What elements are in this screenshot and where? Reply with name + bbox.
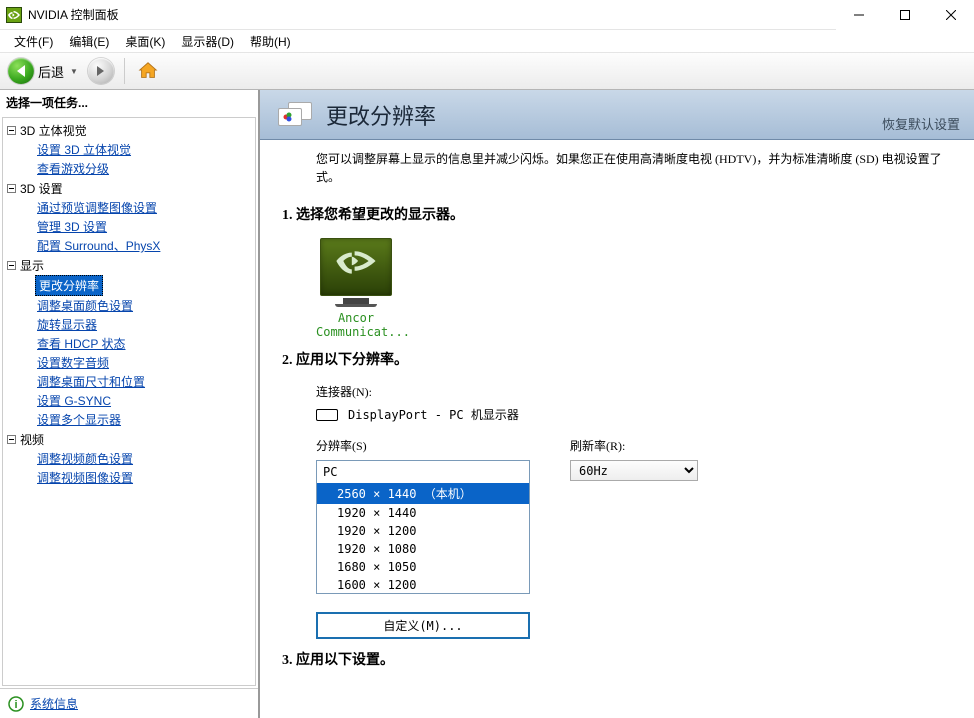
- section-1-title: 1. 选择您希望更改的显示器。: [282, 204, 956, 224]
- display-label: Ancor Communicat...: [316, 311, 396, 339]
- tree-item[interactable]: 设置 G-SYNC: [35, 391, 113, 410]
- restore-defaults-link[interactable]: 恢复默认设置: [882, 114, 960, 133]
- info-icon: i: [8, 696, 24, 712]
- collapse-icon[interactable]: [7, 261, 16, 270]
- tree-item[interactable]: 调整视频图像设置: [35, 468, 135, 487]
- collapse-icon[interactable]: [7, 126, 16, 135]
- tree-item[interactable]: 通过预览调整图像设置: [35, 198, 159, 217]
- back-label: 后退: [38, 62, 64, 81]
- tree-group-video[interactable]: 视频: [7, 430, 255, 449]
- tree-item[interactable]: 设置 3D 立体视觉: [35, 140, 133, 159]
- page-title: 更改分辨率: [326, 99, 436, 131]
- display-device[interactable]: Ancor Communicat...: [316, 238, 396, 339]
- section-apply-resolution: 2. 应用以下分辨率。 连接器(N): DisplayPort - PC 机显示…: [260, 339, 974, 639]
- svg-text:i: i: [14, 699, 17, 711]
- tree-group-display[interactable]: 显示: [7, 256, 255, 275]
- back-button[interactable]: 后退 ▼: [6, 56, 84, 86]
- collapse-icon[interactable]: [7, 184, 16, 193]
- connector-value: DisplayPort - PC 机显示器: [348, 406, 519, 423]
- tree-group-3d-settings[interactable]: 3D 设置: [7, 179, 255, 198]
- custom-resolution-button[interactable]: 自定义(M)...: [316, 612, 530, 639]
- tree-group-3d-stereo[interactable]: 3D 立体视觉: [7, 121, 255, 140]
- tree-item[interactable]: 调整桌面尺寸和位置: [35, 372, 147, 391]
- tree-header: 选择一项任务...: [0, 90, 258, 115]
- tree-item[interactable]: 查看 HDCP 状态: [35, 334, 127, 353]
- resolution-option[interactable]: 1920 × 1080: [317, 540, 529, 558]
- back-dropdown-icon[interactable]: ▼: [70, 67, 78, 76]
- minimize-button[interactable]: [836, 0, 882, 30]
- resolution-option[interactable]: 2560 × 1440 （本机）: [317, 483, 529, 504]
- forward-button[interactable]: [88, 58, 114, 84]
- section-apply-settings: 3. 应用以下设置。: [260, 639, 974, 669]
- home-button[interactable]: [135, 59, 161, 83]
- content-panel: 更改分辨率 恢复默认设置 您可以调整屏幕上显示的信息里并减少闪烁。如果您正在使用…: [260, 90, 974, 718]
- tree-item[interactable]: 调整桌面颜色设置: [35, 296, 135, 315]
- toolbar: 后退 ▼: [0, 52, 974, 90]
- back-arrow-icon: [8, 58, 34, 84]
- maximize-button[interactable]: [882, 0, 928, 30]
- resolution-option[interactable]: 1680 × 1050: [317, 558, 529, 576]
- task-tree[interactable]: 3D 立体视觉 设置 3D 立体视觉 查看游戏分级 3D 设置 通过预览调整图像…: [2, 117, 256, 686]
- window-title: NVIDIA 控制面板: [28, 6, 836, 23]
- intro-text: 您可以调整屏幕上显示的信息里并减少闪烁。如果您正在使用高清晰度电视 (HDTV)…: [260, 150, 974, 194]
- displayport-icon: [316, 409, 338, 421]
- tree-item[interactable]: 管理 3D 设置: [35, 217, 109, 236]
- section-2-title: 2. 应用以下分辨率。: [282, 349, 956, 369]
- refresh-rate-select[interactable]: 60Hz: [570, 460, 698, 481]
- resolution-option[interactable]: 1920 × 1200: [317, 522, 529, 540]
- tree-item[interactable]: 旋转显示器: [35, 315, 99, 334]
- content-body: 您可以调整屏幕上显示的信息里并减少闪烁。如果您正在使用高清晰度电视 (HDTV)…: [260, 140, 974, 718]
- system-info-link[interactable]: 系统信息: [30, 695, 78, 712]
- tree-item[interactable]: 查看游戏分级: [35, 159, 111, 178]
- tree-item[interactable]: 设置数字音频: [35, 353, 111, 372]
- resolution-option[interactable]: 1920 × 1440: [317, 504, 529, 522]
- change-resolution-icon: [278, 100, 314, 130]
- nvidia-app-icon: [6, 7, 22, 23]
- content-header: 更改分辨率 恢复默认设置: [260, 90, 974, 140]
- collapse-icon[interactable]: [7, 435, 16, 444]
- task-tree-panel: 选择一项任务... 3D 立体视觉 设置 3D 立体视觉 查看游戏分级 3D 设…: [0, 90, 260, 718]
- resolution-label: 分辨率(S): [316, 437, 530, 454]
- menu-display[interactable]: 显示器(D): [173, 30, 242, 53]
- section-3-title: 3. 应用以下设置。: [282, 649, 956, 669]
- toolbar-separator: [124, 58, 125, 84]
- window-titlebar: NVIDIA 控制面板: [0, 0, 974, 30]
- system-info-row: i 系统信息: [0, 688, 258, 718]
- tree-item[interactable]: 调整视频颜色设置: [35, 449, 135, 468]
- menu-help[interactable]: 帮助(H): [242, 30, 299, 53]
- tree-item[interactable]: 配置 Surround、PhysX: [35, 236, 162, 255]
- resolution-option[interactable]: 1600 × 1200: [317, 576, 529, 594]
- menubar: 文件(F) 编辑(E) 桌面(K) 显示器(D) 帮助(H): [0, 30, 974, 52]
- tree-item-change-resolution[interactable]: 更改分辨率: [35, 275, 103, 296]
- connector-label: 连接器(N):: [316, 383, 956, 400]
- tree-item[interactable]: 设置多个显示器: [35, 410, 123, 429]
- resolution-listbox[interactable]: PC 2560 × 1440 （本机） 1920 × 1440 1920 × 1…: [316, 460, 530, 594]
- section-choose-display: 1. 选择您希望更改的显示器。 Ancor Communicat...: [260, 194, 974, 339]
- refresh-label: 刷新率(R):: [570, 437, 698, 454]
- listbox-group-pc: PC: [317, 461, 529, 483]
- close-button[interactable]: [928, 0, 974, 30]
- menu-file[interactable]: 文件(F): [6, 30, 61, 53]
- menu-desktop[interactable]: 桌面(K): [117, 30, 173, 53]
- menu-edit[interactable]: 编辑(E): [61, 30, 117, 53]
